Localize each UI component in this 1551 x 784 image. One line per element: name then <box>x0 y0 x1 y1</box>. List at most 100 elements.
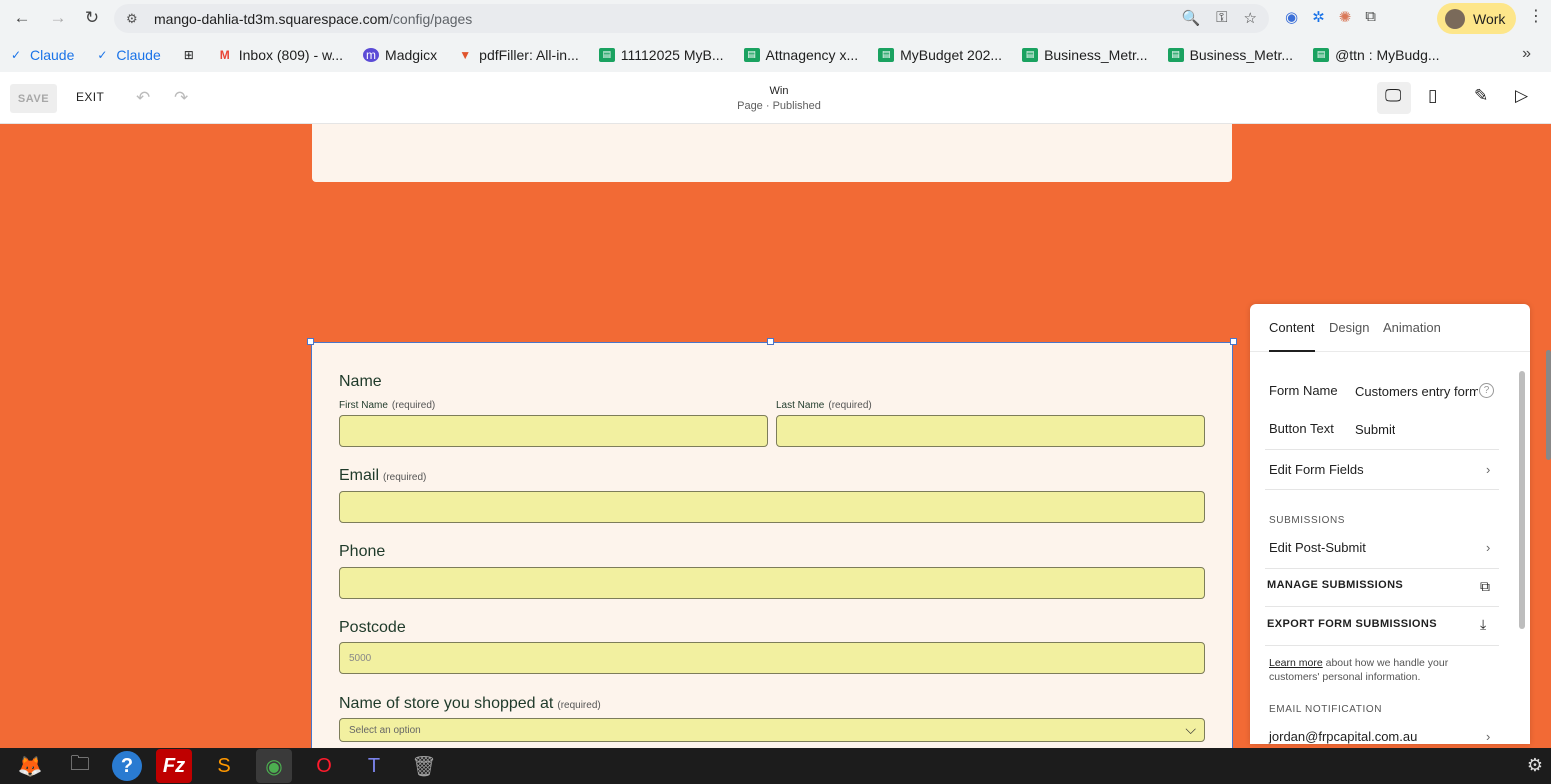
profile-button[interactable]: Work <box>1437 3 1516 34</box>
tab-animation[interactable]: Animation <box>1383 320 1441 335</box>
desktop-view-icon[interactable]: 🖵 <box>1385 86 1401 106</box>
bookmark-label: Attnagency x... <box>765 46 859 63</box>
chevron-right-icon: › <box>1486 729 1491 744</box>
firefox-icon[interactable]: 🦊 <box>12 749 48 783</box>
url-text: mango-dahlia-td3m.squarespace.com/config… <box>154 11 472 27</box>
bookmark-label: Business_Metr... <box>1044 46 1148 63</box>
phone-input[interactable] <box>339 567 1205 599</box>
reload-icon[interactable]: ↻ <box>77 3 107 33</box>
bookmarks-bar: ✓ Claude ✓ Claude ⊞ M Inbox (809) - w... mM… <box>0 37 1551 72</box>
bookmark-label: Claude <box>116 46 161 63</box>
preview-play-icon[interactable]: ▷ <box>1515 86 1528 106</box>
store-select[interactable]: Select an option ⌵ <box>339 718 1205 742</box>
chevron-down-icon: ⌵ <box>1185 721 1196 737</box>
help-icon[interactable]: ? <box>1479 383 1494 398</box>
opera-icon[interactable]: O <box>306 749 342 783</box>
browser-menu-icon[interactable]: ⋮ <box>1528 6 1544 26</box>
filezilla-icon[interactable]: Fz <box>156 749 192 783</box>
last-name-text: Last Name <box>776 400 825 411</box>
divider <box>1265 606 1499 607</box>
bookmark-mybudget-202[interactable]: ▤ MyBudget 202... <box>878 47 1002 63</box>
privacy-note: Learn more about how we handle your cust… <box>1269 656 1479 684</box>
bookmark-claude-2[interactable]: ✓ Claude <box>94 47 160 63</box>
bookmark-attnagency[interactable]: ▤ Attnagency x... <box>743 46 859 63</box>
extension-radio-icon[interactable]: ◉ <box>1285 8 1298 26</box>
edit-form-fields-item[interactable]: Edit Form Fields <box>1269 462 1364 477</box>
required-tag: (required) <box>391 400 436 411</box>
submissions-heading: SUBMISSIONS <box>1269 515 1346 526</box>
resize-handle-top-center[interactable] <box>767 338 774 345</box>
avatar <box>1445 8 1465 29</box>
last-name-input[interactable] <box>776 415 1205 447</box>
system-tray-icon[interactable]: ⚙ <box>1527 755 1543 776</box>
bookmark-business-metrics-1[interactable]: ▤ Business_Metr... <box>1022 47 1148 63</box>
required-tag: (required) <box>383 472 427 483</box>
bookmark-madgicx[interactable]: m Madgicx <box>363 47 437 63</box>
name-label: Name <box>339 373 382 390</box>
site-styles-brush-icon[interactable]: ✎ <box>1474 86 1488 106</box>
gmail-icon: M <box>219 47 230 62</box>
bookmarks-overflow-icon[interactable]: » <box>1522 45 1531 63</box>
divider <box>1265 489 1499 490</box>
bookmark-mybudget-11112025[interactable]: ▤ 11112025 MyB... <box>598 47 724 63</box>
bookmark-claude-1[interactable]: ✓ Claude <box>8 47 74 63</box>
trash-icon[interactable]: 🗑 <box>406 749 442 783</box>
first-name-input[interactable] <box>339 415 768 447</box>
bookmark-ttn-mybudget[interactable]: ▤ @ttn : MyBudg... <box>1313 46 1440 63</box>
tab-content[interactable]: Content <box>1269 320 1315 335</box>
postcode-input[interactable]: 5000 <box>339 642 1205 674</box>
download-icon[interactable]: ⤓ <box>1480 616 1486 633</box>
sheets-icon: ▤ <box>743 47 760 62</box>
bookmark-apps[interactable]: ⊞ <box>181 48 197 62</box>
url-path: /config/pages <box>389 10 473 27</box>
manage-submissions-link[interactable]: MANAGE SUBMISSIONS <box>1267 579 1403 591</box>
teams-icon[interactable]: T <box>356 749 392 783</box>
claude-check-icon: ✓ <box>10 47 22 62</box>
resize-handle-top-left[interactable] <box>307 338 314 345</box>
bookmark-business-metrics-2[interactable]: ▤ Business_Metr... <box>1167 47 1293 63</box>
learn-more-link[interactable]: Learn more <box>1269 657 1323 669</box>
bookmark-pdffiller[interactable]: ▼ pdfFiller: All-in... <box>457 47 579 63</box>
form-block[interactable]: Name First Name (required) Last Name (requ… <box>311 342 1233 748</box>
back-icon[interactable]: ← <box>7 3 37 33</box>
zoom-icon[interactable]: 🔍 <box>1181 9 1200 27</box>
bookmark-inbox[interactable]: M Inbox (809) - w... <box>217 47 343 63</box>
help-app-icon[interactable]: ? <box>112 751 142 781</box>
form-name-input[interactable]: Customers entry form <box>1355 384 1478 399</box>
chrome-icon[interactable]: ◉ <box>256 749 292 783</box>
mobile-view-icon[interactable]: ▯ <box>1428 86 1437 106</box>
store-text: Name of store you shopped at <box>339 695 554 712</box>
sheets-icon: ▤ <box>1022 47 1039 62</box>
email-label: Email (required) <box>339 467 426 485</box>
email-text: Email <box>339 467 380 484</box>
forward-icon[interactable]: → <box>43 3 73 33</box>
bookmark-label: @ttn : MyBudg... <box>1335 46 1440 63</box>
bookmark-label: Madgicx <box>385 46 438 63</box>
tab-design[interactable]: Design <box>1329 320 1369 335</box>
edit-post-submit-item[interactable]: Edit Post-Submit <box>1269 540 1366 555</box>
panel-scrollbar-thumb[interactable] <box>1519 371 1525 629</box>
bookmark-label: pdfFiller: All-in... <box>479 46 579 63</box>
page-scrollbar[interactable] <box>1546 350 1551 460</box>
sheets-icon: ▤ <box>1313 47 1330 62</box>
key-icon[interactable]: ⚿ <box>1216 9 1227 27</box>
resize-handle-top-right[interactable] <box>1230 338 1237 345</box>
site-info-icon[interactable]: ⚙ <box>126 11 142 27</box>
extensions-puzzle-icon[interactable]: ⧉ <box>1365 8 1376 26</box>
button-text-label: Button Text <box>1269 421 1334 436</box>
button-text-input[interactable]: Submit <box>1355 422 1395 437</box>
address-bar[interactable]: ⚙ mango-dahlia-td3m.squarespace.com/conf… <box>114 4 1269 33</box>
star-icon[interactable]: ☆ <box>1244 9 1257 27</box>
apps-grid-icon: ⊞ <box>183 47 194 62</box>
external-link-icon[interactable]: ⧉ <box>1480 578 1490 595</box>
postcode-label: Postcode <box>339 619 406 636</box>
file-manager-icon[interactable]: 🗀 <box>62 749 98 783</box>
email-input[interactable] <box>339 491 1205 523</box>
sublime-text-icon[interactable]: S <box>206 749 242 783</box>
extension-claude-icon[interactable]: ✺ <box>1339 8 1352 26</box>
extension-settings-icon[interactable]: ✲ <box>1312 8 1325 26</box>
last-name-label: Last Name (required) <box>776 400 872 411</box>
email-notification-item[interactable]: jordan@frpcapital.com.au <box>1269 729 1417 744</box>
sheets-icon: ▤ <box>1167 47 1184 62</box>
export-submissions-link[interactable]: EXPORT FORM SUBMISSIONS <box>1267 618 1437 630</box>
